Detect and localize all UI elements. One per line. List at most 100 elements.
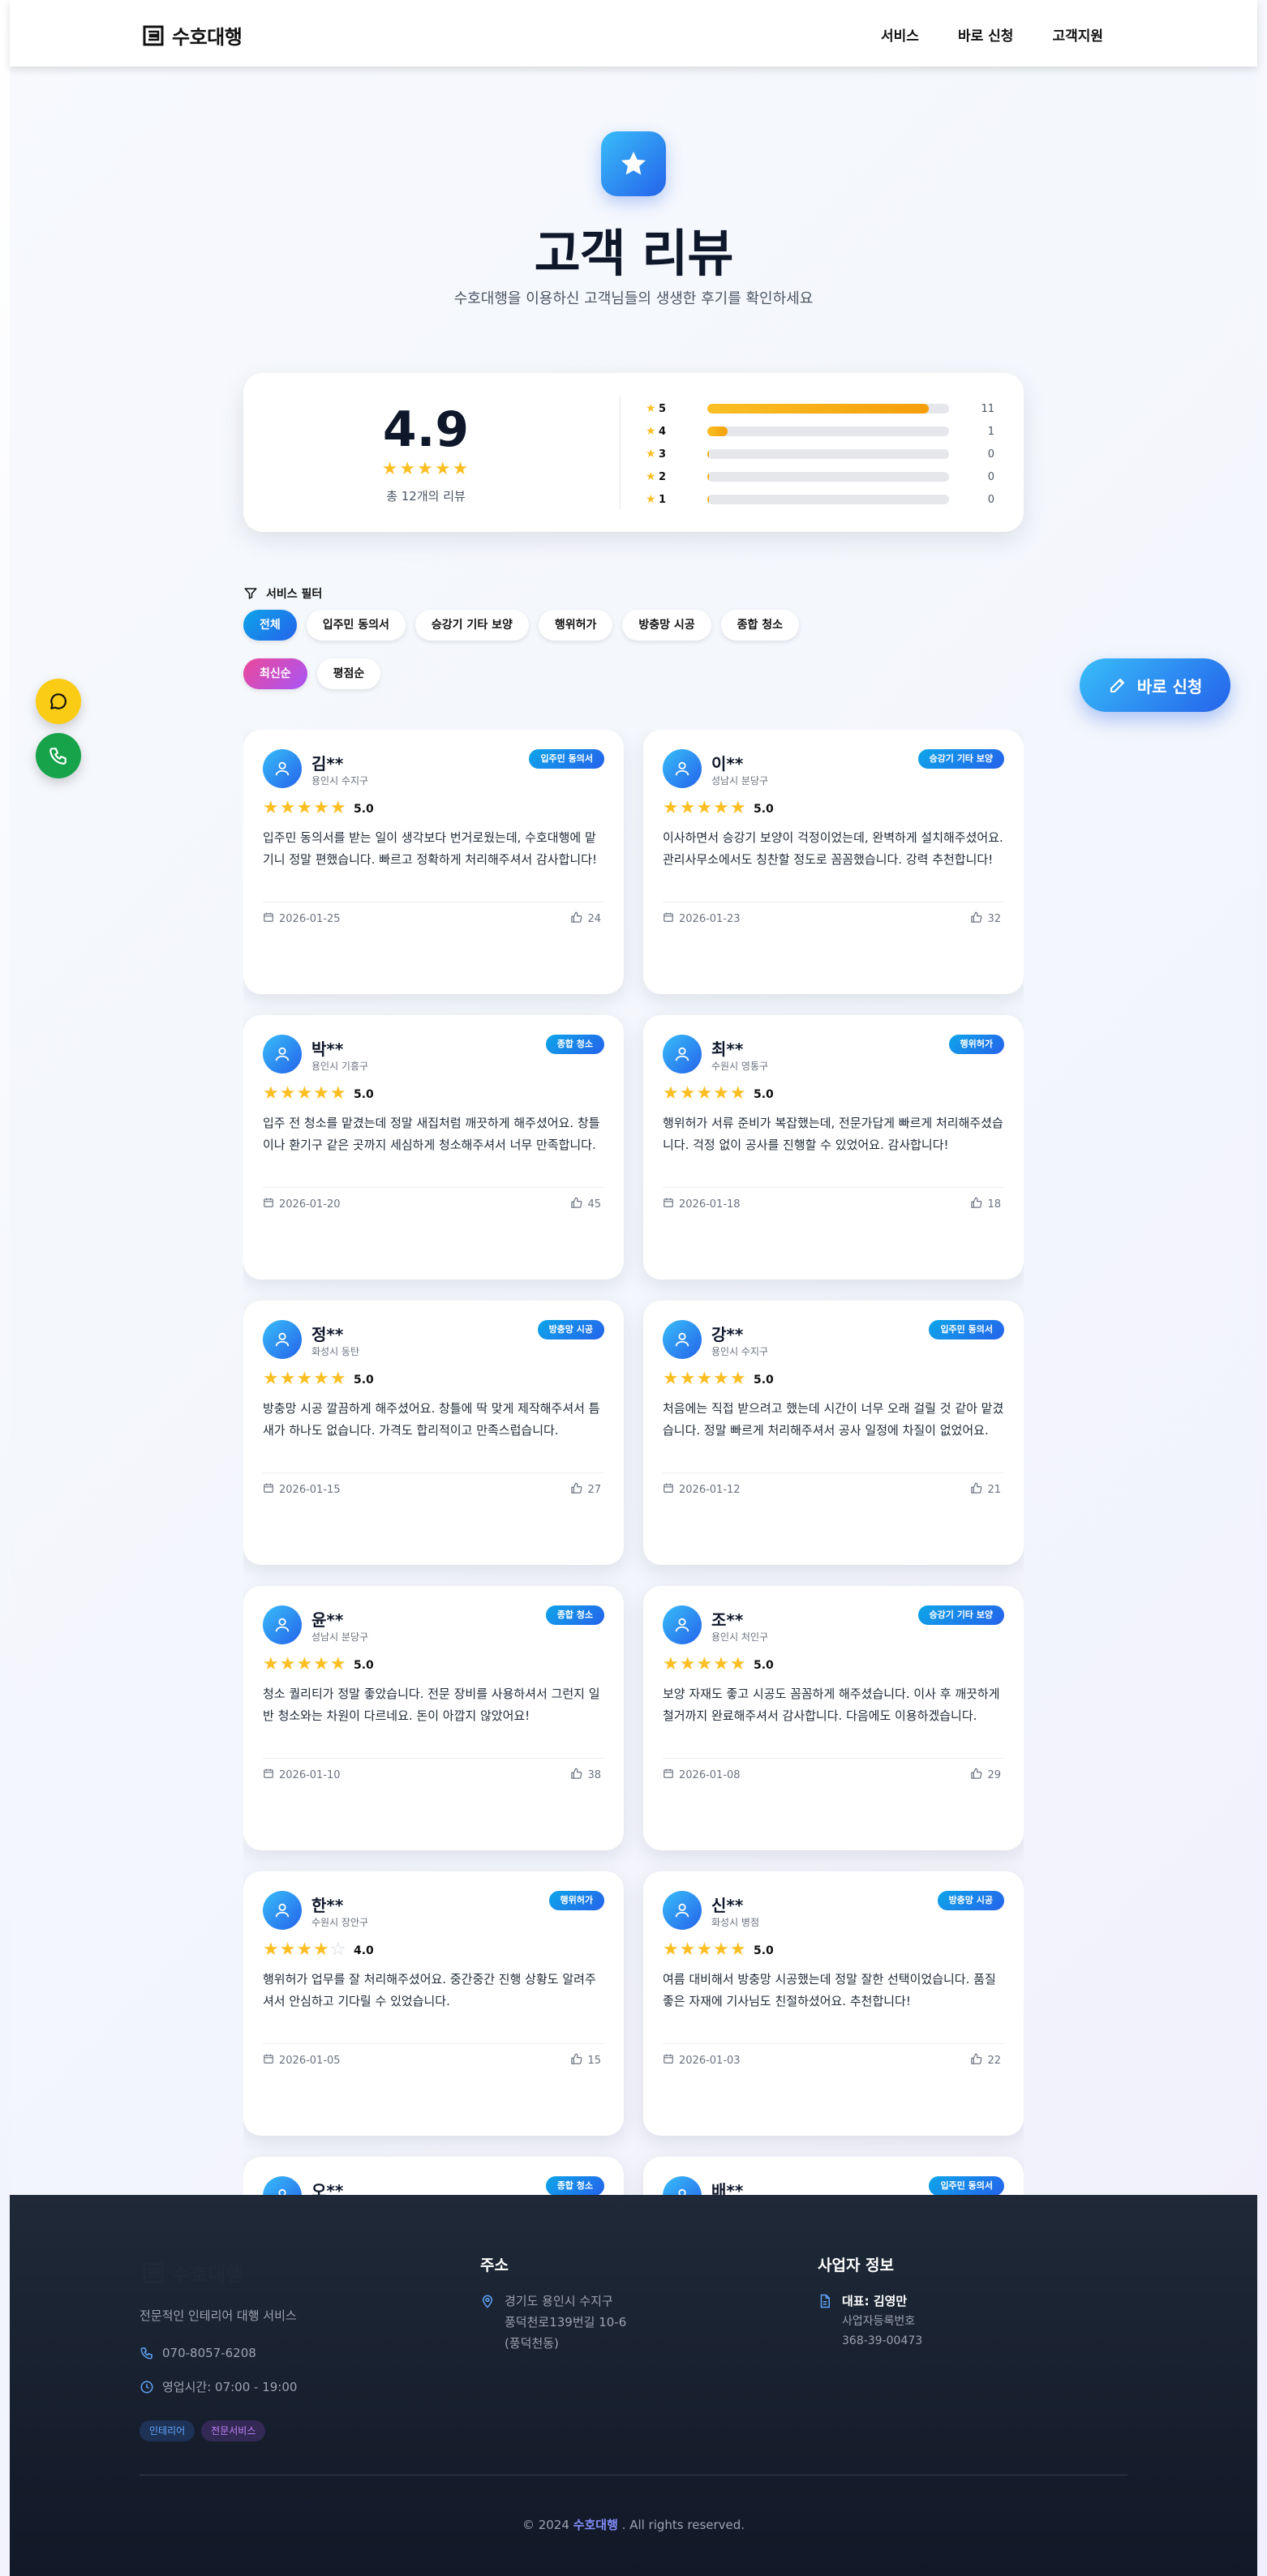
review-rating: 5.0: [754, 1944, 774, 1957]
review-stars: ★★★★★: [663, 1083, 747, 1104]
review-count: 총 12개의 리뷰: [386, 489, 466, 504]
user-icon: [263, 1891, 302, 1930]
review-stars: ★★★★★: [263, 798, 347, 818]
user-icon: [663, 1891, 702, 1930]
like-button[interactable]: 24: [570, 911, 601, 927]
like-count: 24: [587, 913, 601, 925]
service-badge: 승강기 기타 보양: [917, 749, 1004, 769]
nav-apply[interactable]: 바로 신청: [958, 24, 1013, 45]
review-date: 2026-01-03: [663, 2053, 741, 2068]
rating-summary: 4.9 ★★★★★ 총 12개의 리뷰 ★ 5 11 ★ 4 1 ★ 3 0 ★ 2 0 ★ 1 0: [243, 373, 1024, 532]
like-button[interactable]: 15: [570, 2053, 601, 2068]
distribution-fill: [707, 404, 930, 414]
apply-fab-button[interactable]: 바로 신청: [1080, 658, 1230, 712]
user-icon: [663, 1320, 702, 1359]
like-count: 38: [587, 1769, 601, 1781]
reviewer-name: 김**: [311, 754, 344, 774]
logo[interactable]: 수호대행: [143, 21, 243, 49]
distribution-row: ★ 2 0: [646, 465, 994, 488]
review-date: 2026-01-25: [263, 911, 341, 926]
distribution-star-label: 4: [659, 425, 667, 438]
review-card: 이** 성남시 분당구 승강기 기타 보양 ★★★★★ 5.0 이사하면서 승강기 보양이…: [643, 730, 1024, 994]
phone-button[interactable]: [36, 733, 81, 778]
review-card: 오**용인시 수지구종합 청소: [243, 2157, 624, 2195]
review-stars: ★★★★★: [263, 1654, 347, 1674]
service-badge: 종합 청소: [545, 1605, 604, 1625]
filter-heading-label: 서비스 필터: [266, 588, 323, 601]
chip-all[interactable]: 전체: [243, 610, 297, 641]
rating-distribution: ★ 5 11 ★ 4 1 ★ 3 0 ★ 2 0 ★ 1 0: [646, 397, 994, 511]
review-rating: 5.0: [354, 1374, 374, 1387]
sort-rating[interactable]: 평점순: [316, 658, 381, 689]
like-button[interactable]: 27: [570, 1482, 601, 1498]
address-line: 풍덕천로139번길 10-6: [505, 2315, 627, 2330]
chip-cleaning[interactable]: 종합 청소: [720, 610, 800, 641]
phone-icon: [49, 748, 67, 765]
review-stars: ★★★★★: [663, 1654, 747, 1674]
like-button[interactable]: 18: [970, 1197, 1001, 1212]
calendar-icon: [663, 1197, 674, 1211]
reviewer-location: 수원시 장안구: [311, 1917, 369, 1928]
chip-permit[interactable]: 행위허가: [538, 610, 613, 641]
review-stars: ★★★★☆: [263, 1940, 347, 1960]
review-rating: 5.0: [754, 1374, 774, 1387]
service-badge: 행위허가: [948, 1035, 1004, 1054]
thumbs-up-icon: [970, 1197, 982, 1212]
calendar-icon: [663, 2053, 674, 2068]
distribution-fill: [707, 426, 728, 436]
nav-services[interactable]: 서비스: [881, 24, 919, 45]
review-text: 입주민 동의서를 받는 일이 생각보다 번거로웠는데, 수호대행에 맡기니 정말…: [263, 830, 597, 867]
review-stars: ★★★★★: [263, 1369, 347, 1389]
sort-latest[interactable]: 최신순: [243, 658, 307, 689]
reviewer-location: 용인시 수지구: [711, 1346, 769, 1357]
review-date-text: 2026-01-20: [279, 1198, 341, 1211]
card-divider: [263, 1758, 604, 1759]
nav-support[interactable]: 고객지원: [1052, 24, 1103, 45]
address-line: (풍덕천동): [505, 2336, 559, 2351]
card-divider: [263, 2043, 604, 2044]
like-button[interactable]: 38: [570, 1768, 601, 1783]
like-button[interactable]: 45: [570, 1197, 601, 1212]
like-button[interactable]: 32: [970, 911, 1001, 927]
footer-biz-title: 사업자 정보: [818, 2257, 895, 2274]
review-date-text: 2026-01-12: [679, 1483, 741, 1496]
brand-name: 수호대행: [172, 26, 243, 49]
reviewer-location: 용인시 기흥구: [311, 1061, 369, 1072]
distribution-bar: [707, 495, 949, 504]
average-score: 4.9: [382, 401, 470, 458]
service-badge: 입주민 동의서: [529, 749, 604, 769]
like-count: 32: [987, 913, 1001, 925]
user-icon: [263, 1320, 302, 1359]
calendar-icon: [263, 1197, 274, 1211]
like-button[interactable]: 22: [970, 2053, 1001, 2068]
logo-icon: [143, 2262, 164, 2282]
site-header: 수호대행 서비스 바로 신청 고객지원: [10, 0, 1257, 66]
review-text: 청소 퀄리티가 정말 좋았습니다. 전문 장비를 사용하셔서 그런지 일반 청소…: [263, 1687, 600, 1723]
footer-phone[interactable]: 070-8057-6208: [140, 2346, 256, 2360]
service-badge: 입주민 동의서: [929, 2176, 1004, 2195]
distribution-bar: [707, 426, 949, 436]
chip-elevator-protection[interactable]: 승강기 기타 보양: [414, 610, 529, 641]
like-button[interactable]: 21: [970, 1482, 1001, 1498]
chip-screen-install[interactable]: 방충망 시공: [622, 610, 711, 641]
review-card: 배**성남시 중원구입주민 동의서: [643, 2157, 1024, 2195]
card-divider: [663, 1187, 1004, 1188]
service-badge: 종합 청소: [545, 2176, 604, 2195]
reviewer-location: 화성시 동탄: [311, 1346, 360, 1357]
review-text: 이사하면서 승강기 보양이 걱정이었는데, 완벽하게 설치해주셨어요. 관리사무…: [663, 830, 1003, 867]
copyright-suffix: . All rights reserved.: [621, 2518, 745, 2532]
like-button[interactable]: 29: [970, 1768, 1001, 1783]
apply-fab-label: 바로 신청: [1136, 676, 1203, 697]
phone-icon: [140, 2347, 152, 2360]
footer-biz-info: 대표: 김영만 사업자등록번호 368-39-00473: [818, 2291, 922, 2351]
card-divider: [663, 1472, 1004, 1473]
review-grid: 김** 용인시 수지구 입주민 동의서 ★★★★★ 5.0 입주민 동의서를 받는 일이 …: [243, 730, 1024, 2195]
reviewer-name: 한**: [311, 1896, 344, 1915]
sort-chips: 최신순 평점순: [243, 658, 381, 689]
user-icon: [263, 1035, 302, 1074]
review-stars: ★★★★★: [663, 798, 747, 818]
chat-button[interactable]: [36, 679, 81, 724]
review-text: 여름 대비해서 방충망 시공했는데 정말 잘한 선택이었습니다. 품질 좋은 자…: [663, 1972, 996, 2008]
footer-address-title: 주소: [480, 2257, 509, 2274]
chip-resident-consent[interactable]: 입주민 동의서: [306, 610, 406, 641]
